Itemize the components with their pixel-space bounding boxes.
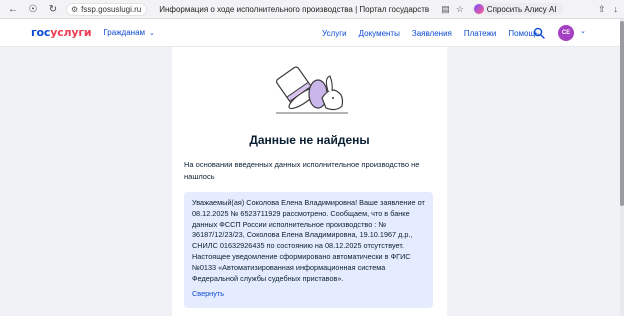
notice-panel: Уважаемый(ая) Соколова Елена Владимировн… bbox=[184, 192, 433, 308]
nav-payments[interactable]: Платежи bbox=[464, 29, 496, 38]
page-title: Данные не найдены bbox=[249, 133, 370, 147]
scrollbar[interactable] bbox=[620, 19, 624, 316]
site-header: госуслуги Гражданам ⌄ Услуги Документы З… bbox=[0, 19, 620, 47]
empty-hat-rabbit-icon bbox=[276, 66, 348, 114]
site-info-icon[interactable]: ⚙ bbox=[71, 5, 78, 14]
avatar[interactable]: СЕ bbox=[558, 25, 574, 41]
address-bar[interactable]: ⚙ fssp.gosuslugi.ru bbox=[66, 2, 148, 16]
nav-applications[interactable]: Заявления bbox=[412, 29, 452, 38]
ask-alisa-label: Спросить Алису AI bbox=[486, 4, 557, 14]
nav-services[interactable]: Услуги bbox=[322, 29, 347, 38]
audience-label: Гражданам bbox=[103, 28, 146, 37]
nav-documents[interactable]: Документы bbox=[359, 29, 400, 38]
browser-toolbar: ← ☉ ↻ ⚙ fssp.gosuslugi.ru Информация о х… bbox=[0, 0, 624, 19]
profile-chevron-down-icon[interactable]: ⌄ bbox=[580, 27, 586, 35]
yandex-home-icon[interactable]: ☉ bbox=[26, 2, 40, 16]
chevron-down-icon: ⌄ bbox=[149, 29, 155, 37]
ask-alisa-button[interactable]: Спросить Алису AI bbox=[471, 3, 563, 15]
search-icon[interactable] bbox=[533, 27, 545, 39]
reader-mode-icon[interactable]: ▤ bbox=[441, 4, 450, 15]
alisa-icon bbox=[473, 4, 484, 14]
scrollbar-thumb[interactable] bbox=[620, 21, 624, 206]
gosuslugi-logo[interactable]: госуслуги bbox=[31, 26, 92, 39]
reload-icon[interactable]: ↻ bbox=[46, 2, 60, 16]
download-icon[interactable]: ↓ bbox=[614, 4, 619, 14]
bookmark-icon[interactable]: ☆ bbox=[456, 4, 464, 15]
result-description: На основании введенных данных исполнител… bbox=[184, 160, 420, 181]
back-icon[interactable]: ← bbox=[6, 2, 20, 16]
notice-text: Уважаемый(ая) Соколова Елена Владимировн… bbox=[192, 198, 425, 283]
share-icon[interactable]: ⇧ bbox=[598, 4, 606, 15]
url-host: fssp.gosuslugi.ru bbox=[81, 4, 142, 14]
audience-selector[interactable]: Гражданам ⌄ bbox=[103, 28, 155, 37]
page-tab-title: Информация о ходе исполнительного произв… bbox=[159, 4, 430, 14]
collapse-link[interactable]: Свернуть bbox=[192, 289, 425, 300]
top-navigation: Услуги Документы Заявления Платежи Помощ… bbox=[322, 19, 551, 47]
